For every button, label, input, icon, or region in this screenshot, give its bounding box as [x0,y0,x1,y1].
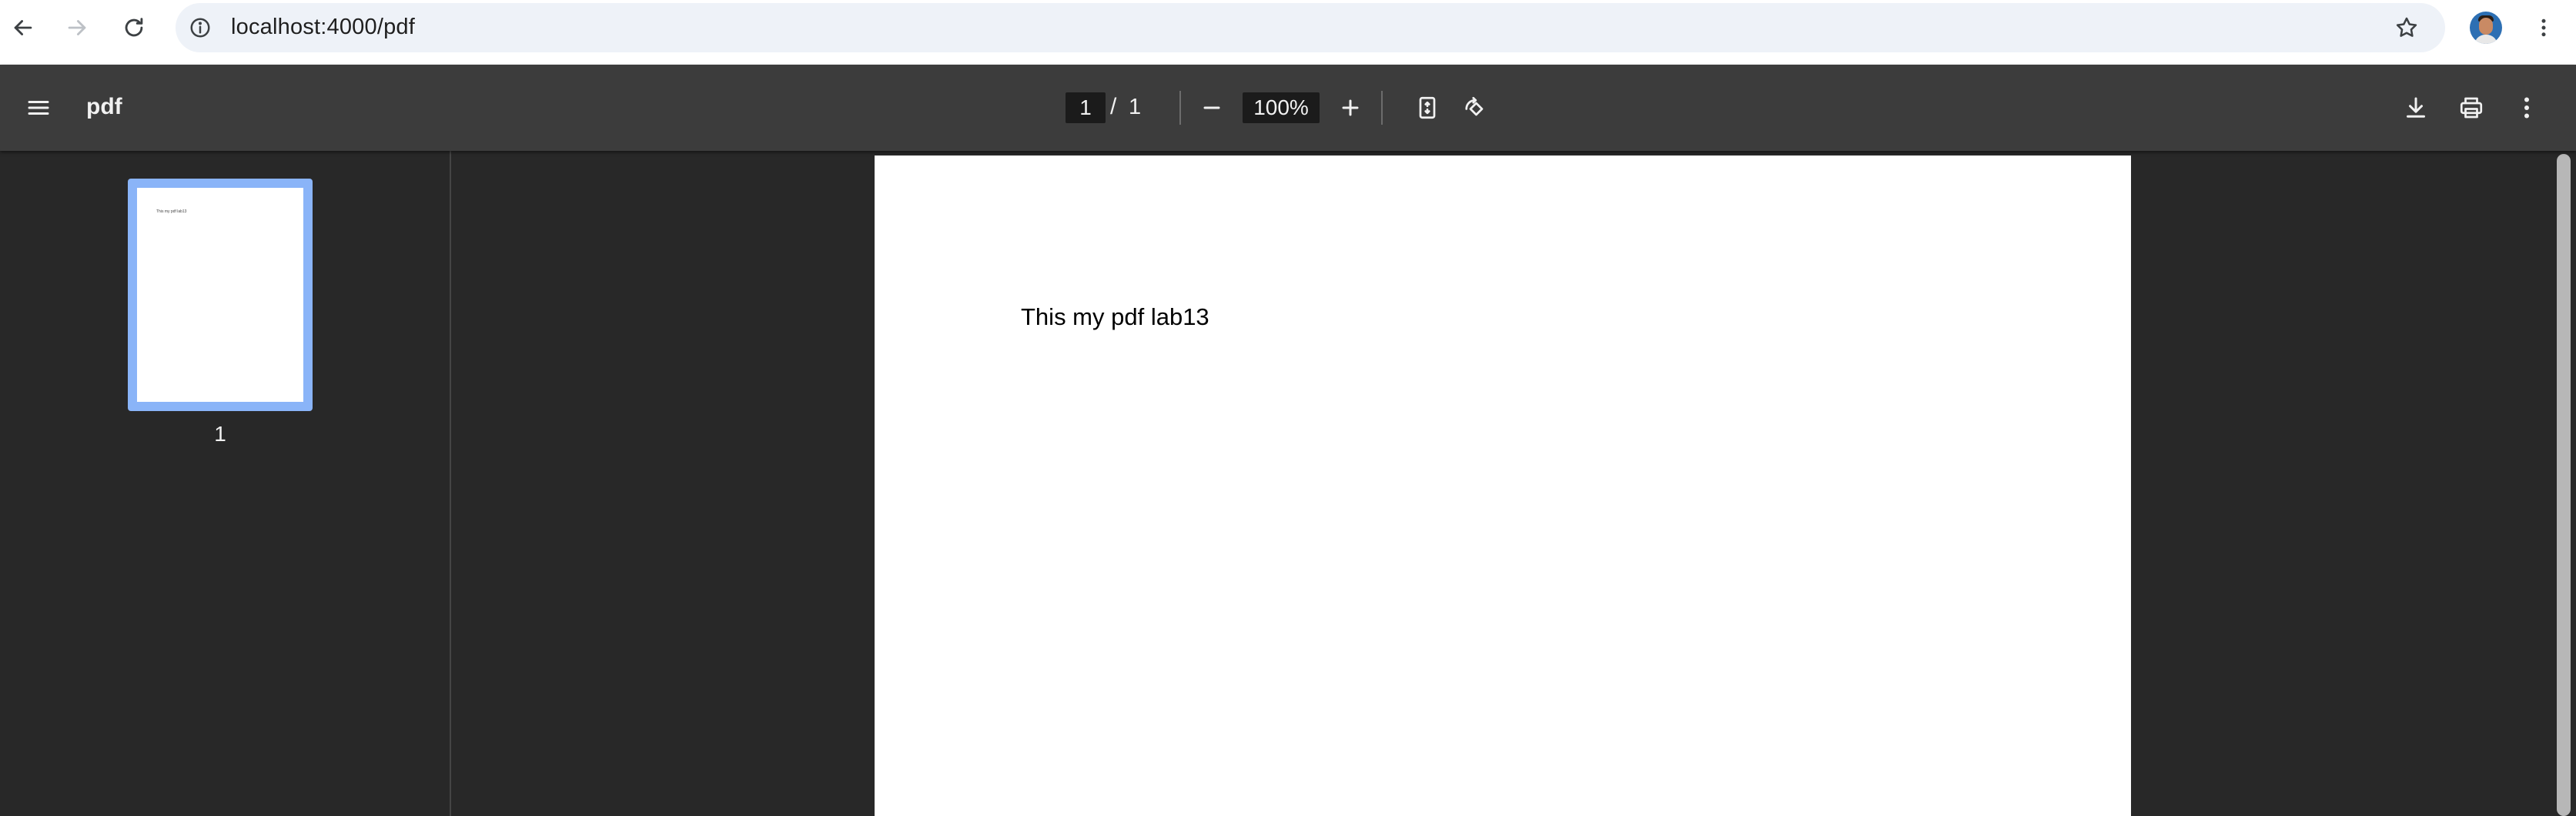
document-title: pdf [86,94,122,119]
plus-icon [1342,99,1359,116]
toolbar-divider [1179,91,1181,125]
zoom-out-button[interactable] [1190,86,1233,129]
zoom-in-button[interactable] [1329,86,1372,129]
avatar-face [2479,18,2493,35]
profile-avatar[interactable] [2470,12,2502,44]
arrow-left-icon [14,20,32,35]
page-separator: / [1110,94,1117,119]
vertical-dots-icon [2541,18,2546,37]
url-text[interactable]: localhost:4000/pdf [231,15,415,40]
info-icon [190,18,210,38]
browser-toolbar: localhost:4000/pdf [0,0,2576,65]
thumbnail-page-label: 1 [214,422,226,446]
vertical-scrollbar[interactable] [2550,151,2576,816]
more-actions-button[interactable] [2505,86,2548,129]
pdf-toolbar: pdf 1 / 1 100% [0,65,2576,151]
page-thumbnail[interactable]: This my pdf lab13 [128,179,313,411]
print-button[interactable] [2450,86,2493,129]
arrow-right-icon [68,20,86,35]
address-bar[interactable]: localhost:4000/pdf [176,3,2445,52]
pdf-page-text: This my pdf lab13 [1021,303,1209,330]
reload-icon [125,18,143,37]
star-icon [2396,17,2417,37]
reload-button[interactable] [114,8,154,48]
avatar-body [2474,35,2497,44]
fit-page-button[interactable] [1406,86,1449,129]
document-viewport[interactable]: This my pdf lab13 [453,151,2576,816]
rotate-icon [1465,96,1484,116]
pdf-page: This my pdf lab13 [875,156,2131,816]
thumbnail-page-preview: This my pdf lab13 [137,188,303,402]
back-button[interactable] [3,8,43,48]
page-number-input[interactable]: 1 [1066,92,1106,123]
bookmark-button[interactable] [2388,9,2425,46]
download-icon [2407,97,2425,118]
site-info-button[interactable] [180,8,220,48]
browser-menu-button[interactable] [2525,8,2562,48]
download-button[interactable] [2394,86,2437,129]
thumbnail-sidebar: This my pdf lab13 1 [0,151,451,816]
forward-button[interactable] [57,8,97,48]
hamburger-icon [28,101,49,115]
zoom-level-input[interactable]: 100% [1243,92,1320,123]
page-total: 1 [1129,95,1142,119]
fit-page-icon [1419,96,1436,119]
toolbar-divider [1381,91,1383,125]
rotate-button[interactable] [1454,86,1497,129]
print-icon [2460,97,2483,119]
thumbnail-preview-text: This my pdf lab13 [156,209,187,214]
minus-icon [1203,106,1220,109]
vertical-dots-icon [2524,97,2529,119]
scrollbar-thumb[interactable] [2557,154,2571,816]
sidebar-toggle-button[interactable] [17,86,60,129]
